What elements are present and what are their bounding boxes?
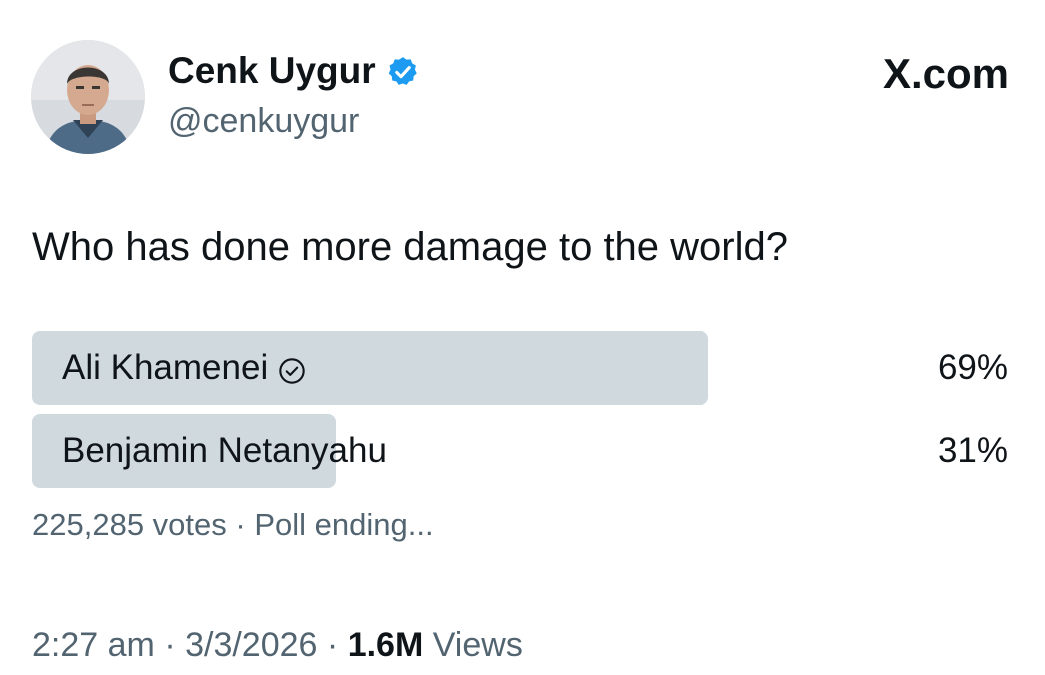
views-count[interactable]: 1.6M [348,626,424,664]
tweet-text: Who has done more damage to the world? [32,225,788,269]
author-display-name[interactable]: Cenk Uygur [168,48,420,94]
poll-option-text: Ali Khamenei [62,348,269,387]
brand-watermark: X.com [882,50,1009,97]
tweet-footer: 2:27 am · 3/3/2026 · 1.6M Views [32,623,523,667]
views-label[interactable]: Views [433,626,523,664]
tweet-time[interactable]: 2:27 am [32,626,155,664]
poll-status: Poll ending... [254,507,434,542]
avatar[interactable] [31,40,145,154]
author-handle[interactable]: @cenkuygur [168,100,359,142]
avatar-image [31,40,145,154]
poll-option-ali-khamenei[interactable]: Ali Khamenei 69% [32,331,1012,405]
meta-separator: · [164,626,176,664]
meta-separator: · [326,626,339,664]
poll-option-label: Ali Khamenei [62,331,306,405]
meta-separator: · [235,507,246,542]
poll-option-label: Benjamin Netanyahu [62,414,387,488]
verified-badge-icon[interactable] [386,54,420,88]
poll-meta: 225,285 votes · Poll ending... [32,505,434,545]
poll-option-percent: 69% [937,348,1008,387]
poll-option-benjamin-netanyahu[interactable]: Benjamin Netanyahu 31% [32,414,1012,488]
tweet-date[interactable]: 3/3/2026 [185,626,317,664]
author-name-text: Cenk Uygur [168,50,376,91]
check-circle-icon [278,354,306,384]
poll-option-percent: 31% [937,431,1008,470]
poll-votes: 225,285 votes [32,507,227,542]
poll-option-text: Benjamin Netanyahu [62,431,387,470]
